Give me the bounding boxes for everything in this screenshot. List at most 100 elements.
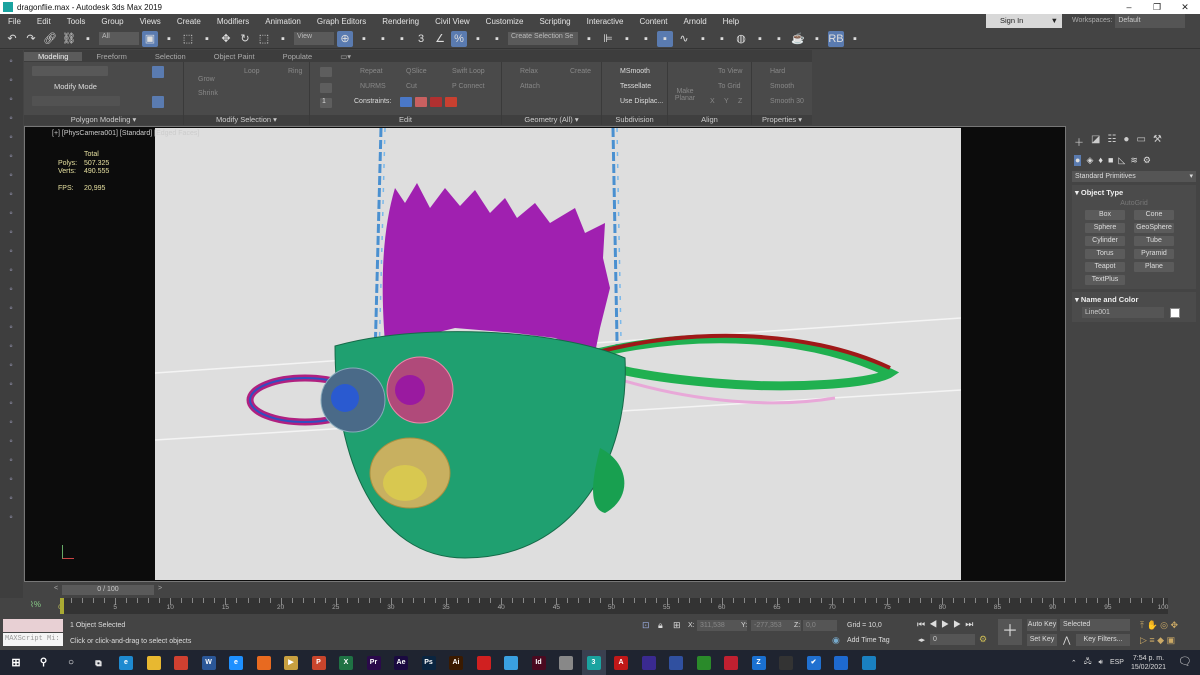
attach-button[interactable]: Attach bbox=[520, 83, 540, 90]
constraint-normal-icon[interactable] bbox=[445, 97, 457, 107]
scene-explorer-icon[interactable]: ▪ bbox=[619, 31, 635, 47]
ribbon-tab-populate[interactable]: Populate bbox=[269, 52, 327, 61]
mini-curve-editor-icon[interactable]: ⌇% bbox=[30, 600, 41, 609]
helper-icon[interactable]: ◦ bbox=[3, 169, 19, 183]
box-icon[interactable]: ◦ bbox=[3, 207, 19, 221]
motion-tab-icon[interactable]: ● bbox=[1123, 134, 1129, 149]
taskbar-powerpoint[interactable]: P bbox=[307, 650, 331, 675]
taskbar-cinema4d[interactable] bbox=[664, 650, 688, 675]
spacewarp-icon[interactable]: ◦ bbox=[3, 188, 19, 202]
current-frame-marker[interactable] bbox=[60, 598, 64, 614]
create-teapot-button[interactable]: Teapot bbox=[1085, 262, 1125, 272]
msmooth-button[interactable]: MSmooth bbox=[620, 68, 650, 75]
align-icon[interactable]: ⊫ bbox=[600, 31, 616, 47]
taskbar-file-explorer[interactable] bbox=[142, 650, 166, 675]
taskbar-photos[interactable] bbox=[857, 650, 881, 675]
select-manipulate-icon[interactable]: ▪ bbox=[375, 31, 391, 47]
taskbar-todo[interactable]: ✔ bbox=[802, 650, 826, 675]
z-coordinate-field[interactable]: 0,0 bbox=[803, 620, 837, 631]
cameras-icon[interactable]: ■ bbox=[1108, 155, 1113, 166]
menu-create[interactable]: Create bbox=[169, 17, 209, 26]
sphere2-icon[interactable]: ◦ bbox=[3, 492, 19, 506]
restore-button[interactable]: ❐ bbox=[1143, 0, 1171, 14]
menu-views[interactable]: Views bbox=[132, 17, 169, 26]
ring-button[interactable]: Ring bbox=[288, 68, 302, 75]
shrink-button[interactable]: Shrink bbox=[198, 90, 218, 97]
render-setup-icon[interactable]: ▪ bbox=[752, 31, 768, 47]
set-key-big-button[interactable]: ＋ bbox=[998, 619, 1022, 645]
auto-key-button[interactable]: Auto Key bbox=[1027, 619, 1057, 631]
named-selection-sets-dropdown[interactable]: Create Selection Se bbox=[508, 32, 578, 45]
edit-tool-button[interactable] bbox=[320, 67, 332, 77]
constraint-edge-icon[interactable] bbox=[415, 97, 427, 107]
particle-icon[interactable]: ◦ bbox=[3, 378, 19, 392]
key-mode-dropdown[interactable]: Selected bbox=[1060, 619, 1130, 631]
rendered-frame-icon[interactable]: ▪ bbox=[771, 31, 787, 47]
shapes-icon[interactable]: ◈ bbox=[1086, 155, 1093, 166]
utilities-tab-icon[interactable]: ⚒ bbox=[1153, 134, 1162, 149]
taskbar-firefox[interactable] bbox=[252, 650, 276, 675]
fire-icon[interactable]: ◦ bbox=[3, 435, 19, 449]
notifications-icon[interactable]: 🗨︎ bbox=[1178, 655, 1192, 668]
key-filters-button[interactable]: Key Filters... bbox=[1076, 634, 1130, 646]
rb-icon[interactable]: RB bbox=[828, 30, 844, 47]
taskbar-app-purple[interactable] bbox=[637, 650, 661, 675]
object-color-swatch[interactable] bbox=[1170, 307, 1180, 318]
menu-graph-editors[interactable]: Graph Editors bbox=[309, 17, 374, 26]
ribbon-tab-modeling[interactable]: Modeling bbox=[24, 51, 83, 61]
viewport-nav-icons-2[interactable]: ▷ ≡ ◆ ▣ bbox=[1140, 635, 1175, 646]
x-coordinate-field[interactable]: 311,538 bbox=[697, 620, 747, 631]
nurms-button[interactable]: NURMS bbox=[360, 83, 386, 90]
add-time-tag-button[interactable]: Add Time Tag bbox=[847, 637, 890, 644]
taskbar-mail[interactable] bbox=[829, 650, 853, 675]
toggle-button[interactable] bbox=[152, 66, 164, 78]
reference-coordinate-dropdown[interactable]: View bbox=[294, 32, 334, 45]
undo-icon[interactable]: ↶ bbox=[4, 31, 20, 47]
smooth-30-button[interactable]: Smooth 30 bbox=[770, 98, 804, 105]
ribbon-options-icon[interactable]: ▭▾ bbox=[326, 52, 365, 61]
viewport-icon[interactable]: ◦ bbox=[3, 511, 19, 525]
menu-help[interactable]: Help bbox=[715, 17, 747, 26]
place-icon[interactable]: ▪ bbox=[275, 31, 291, 47]
relax-button[interactable]: Relax bbox=[520, 68, 538, 75]
torus-icon[interactable]: ◦ bbox=[3, 264, 19, 278]
create-tube-button[interactable]: Tube bbox=[1134, 236, 1174, 246]
next-frame-button[interactable]: > bbox=[158, 585, 162, 592]
tessellate-button[interactable]: Tessellate bbox=[620, 83, 651, 90]
create-box-button[interactable]: Box bbox=[1085, 210, 1125, 220]
create-cylinder-button[interactable]: Cylinder bbox=[1085, 236, 1125, 246]
loop-button[interactable]: Loop bbox=[244, 68, 260, 75]
key-mode-toggle-icon[interactable]: ◂▸ bbox=[918, 636, 925, 644]
menu-group[interactable]: Group bbox=[93, 17, 131, 26]
cylinder-icon[interactable]: ◦ bbox=[3, 245, 19, 259]
bulb-icon[interactable]: ◦ bbox=[3, 302, 19, 316]
toggle-button[interactable] bbox=[152, 96, 164, 108]
geometry-label[interactable]: Geometry (All) ▾ bbox=[502, 115, 601, 125]
menu-animation[interactable]: Animation bbox=[257, 17, 309, 26]
create-button[interactable]: Create bbox=[570, 68, 591, 75]
to-grid-button[interactable]: To Grid bbox=[718, 83, 741, 90]
menu-customize[interactable]: Customize bbox=[478, 17, 532, 26]
create-pyramid-button[interactable]: Pyramid bbox=[1134, 249, 1174, 259]
create-geosphere-button[interactable]: GeoSphere bbox=[1134, 223, 1174, 233]
pivot-icon[interactable]: ⊕ bbox=[337, 30, 353, 47]
create-plane-button[interactable]: Plane bbox=[1134, 262, 1174, 272]
window-crossing-icon[interactable]: ▪ bbox=[199, 31, 215, 47]
taskbar-app-bird[interactable] bbox=[554, 650, 578, 675]
workspace-value[interactable]: Default bbox=[1115, 14, 1186, 28]
tray-overflow-icon[interactable]: ⌃ bbox=[1071, 659, 1077, 667]
cloud-icon[interactable]: ◦ bbox=[3, 74, 19, 88]
select-object-icon[interactable]: ▣ bbox=[142, 30, 158, 47]
teapot-icon[interactable]: ◦ bbox=[3, 55, 19, 69]
set-key-button[interactable]: Set Key bbox=[1027, 634, 1057, 646]
menu-arnold[interactable]: Arnold bbox=[676, 17, 715, 26]
create-sphere-button[interactable]: Sphere bbox=[1085, 223, 1125, 233]
scale-icon[interactable]: ⬚ bbox=[256, 31, 272, 47]
mirror-icon[interactable]: ▪ bbox=[356, 31, 372, 47]
keyboard-shortcut-icon[interactable]: ▪ bbox=[394, 31, 410, 47]
playback-controls[interactable]: ⏮◀▶▶⏭ bbox=[917, 619, 977, 630]
properties-label[interactable]: Properties ▾ bbox=[752, 115, 812, 125]
menu-file[interactable]: File bbox=[0, 17, 29, 26]
time-slider-handle[interactable]: 0 / 100 bbox=[62, 585, 154, 595]
display-tab-icon[interactable]: ▭ bbox=[1136, 134, 1145, 149]
